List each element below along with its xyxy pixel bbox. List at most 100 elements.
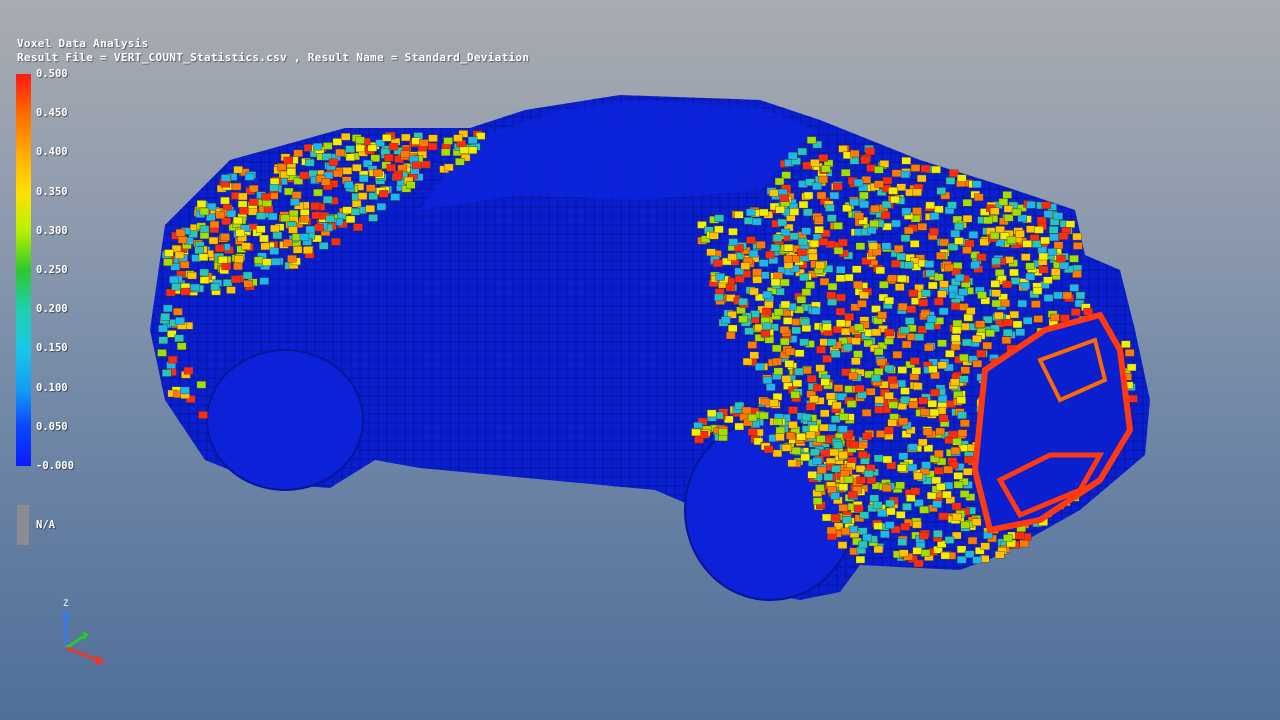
voxel-cell <box>343 180 354 189</box>
voxel-cell <box>873 522 883 530</box>
voxel-cell <box>918 397 928 405</box>
voxel-cell <box>1015 532 1025 540</box>
voxel-cell <box>350 208 360 216</box>
voxel-cell <box>194 246 205 255</box>
voxel-cell <box>351 200 362 208</box>
voxel-cell <box>951 502 962 511</box>
voxel-cell <box>983 216 993 225</box>
voxel-cell <box>819 278 830 286</box>
voxel-cell <box>775 205 785 214</box>
voxel-cell <box>164 249 174 257</box>
voxel-cell <box>998 198 1009 206</box>
voxel-cell <box>773 418 783 426</box>
voxel-cell <box>814 226 824 234</box>
voxel-cell <box>766 383 776 391</box>
voxel-cell <box>419 139 429 147</box>
voxel-cell <box>328 158 339 166</box>
voxel-cell <box>160 313 171 321</box>
voxel-cell <box>262 199 272 207</box>
voxel-cell <box>323 142 333 150</box>
voxel-cell <box>830 492 840 500</box>
legend-swatch <box>16 230 31 271</box>
voxel-car-model[interactable] <box>0 0 1280 720</box>
legend-swatch <box>16 426 31 467</box>
voxel-cell <box>772 393 783 401</box>
voxel-cell <box>726 331 736 340</box>
voxel-cell <box>877 311 887 319</box>
voxel-cell <box>919 532 929 540</box>
voxel-cell <box>960 366 970 374</box>
voxel-cell <box>803 191 814 200</box>
voxel-cell <box>355 144 365 153</box>
voxel-cell <box>899 549 909 557</box>
voxel-cell <box>400 150 410 158</box>
voxel-cell <box>868 242 879 251</box>
voxel-cell <box>198 253 209 262</box>
voxel-cell <box>728 238 738 246</box>
voxel-cell <box>900 387 910 395</box>
voxel-cell <box>770 243 781 252</box>
voxel-cell <box>333 169 343 178</box>
voxel-cell <box>952 319 963 328</box>
voxel-cell <box>249 198 259 206</box>
voxel-cell <box>833 182 843 191</box>
voxel-cell <box>962 246 972 254</box>
voxel-cell <box>835 274 846 282</box>
voxel-cell <box>885 521 895 529</box>
voxel-cell <box>827 486 837 494</box>
voxel-cell <box>900 396 910 404</box>
voxel-cell <box>724 415 734 424</box>
voxel-cell <box>959 490 970 498</box>
voxel-cell <box>990 207 1000 215</box>
voxel-cell <box>842 516 852 524</box>
3d-viewport[interactable]: Voxel Data Analysis Result File = VERT_C… <box>0 0 1280 720</box>
voxel-cell <box>1051 268 1061 276</box>
voxel-cell <box>280 214 290 223</box>
voxel-cell <box>752 276 762 284</box>
voxel-cell <box>956 396 966 404</box>
voxel-cell <box>163 258 173 266</box>
voxel-cell <box>980 542 990 550</box>
voxel-cell <box>174 334 184 342</box>
voxel-cell <box>386 163 396 172</box>
voxel-cell <box>876 358 886 366</box>
voxel-cell <box>932 500 942 508</box>
voxel-cell <box>827 298 837 306</box>
voxel-cell <box>1069 254 1079 263</box>
voxel-cell <box>180 386 190 395</box>
voxel-cell <box>912 188 922 197</box>
voxel-cell <box>851 337 861 345</box>
legend-swatch <box>16 74 31 114</box>
voxel-cell <box>901 157 911 165</box>
voxel-cell <box>884 392 894 400</box>
voxel-cell <box>759 208 769 217</box>
voxel-cell <box>985 329 995 337</box>
voxel-cell <box>805 281 815 289</box>
voxel-cell <box>906 494 916 502</box>
voxel-cell <box>937 290 947 298</box>
voxel-cell <box>256 212 266 220</box>
voxel-cell <box>924 322 935 331</box>
voxel-cell <box>798 200 809 209</box>
voxel-cell <box>368 214 378 222</box>
voxel-cell <box>995 551 1005 559</box>
voxel-cell <box>788 151 798 160</box>
voxel-cell <box>970 261 980 269</box>
voxel-cell <box>972 180 982 188</box>
voxel-cell <box>1038 265 1049 274</box>
voxel-cell <box>810 159 820 167</box>
voxel-cell <box>709 231 719 240</box>
voxel-cell <box>180 261 190 269</box>
voxel-cell <box>953 472 963 480</box>
voxel-cell <box>235 228 246 237</box>
voxel-cell <box>190 283 200 292</box>
voxel-cell <box>789 208 800 216</box>
voxel-cell <box>917 223 928 231</box>
na-swatch <box>17 505 29 545</box>
voxel-cell <box>738 315 748 323</box>
voxel-cell <box>1053 241 1064 249</box>
voxel-cell <box>158 336 169 344</box>
voxel-cell <box>944 263 954 272</box>
voxel-cell <box>827 424 837 432</box>
voxel-cell <box>827 338 837 347</box>
